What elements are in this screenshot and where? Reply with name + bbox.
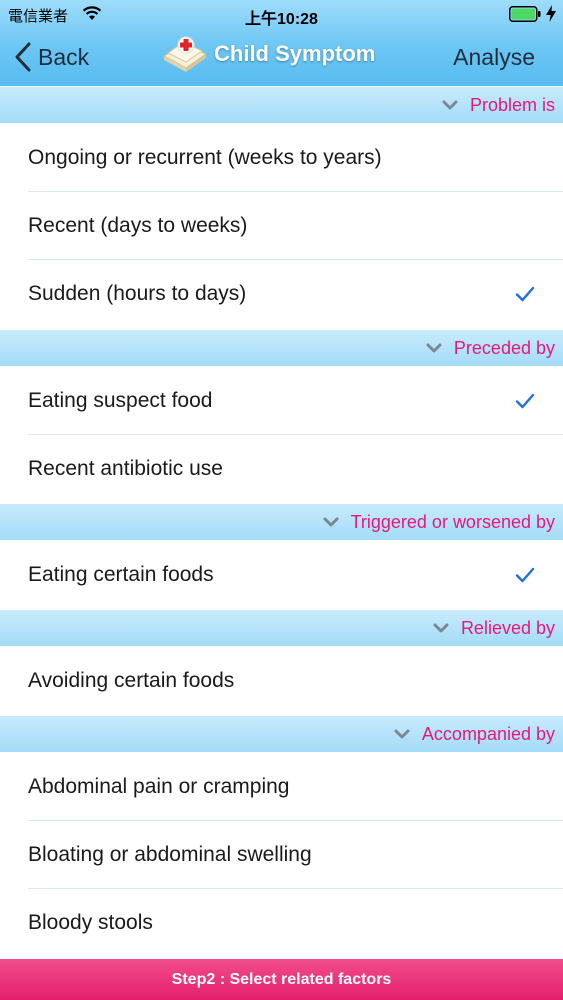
list-item[interactable]: Abdominal pain or cramping [0,753,563,821]
list-item[interactable]: Bloating or abdominal swelling [0,821,563,889]
list-item[interactable]: Sudden (hours to days) [0,260,563,328]
list-item[interactable]: Eating certain foods [0,541,563,609]
section-header-problem-is[interactable]: Problem is [0,87,563,123]
checkmark-icon [515,393,535,409]
item-label: Eating certain foods [28,563,214,586]
navigation-header: 電信業者 上午10:28 Back Child Symptom Analyse [0,0,563,86]
back-chevron-icon [15,42,31,72]
analyse-button[interactable]: Analyse [453,44,535,71]
item-label: Ongoing or recurrent (weeks to years) [28,146,382,169]
chevron-down-icon [394,729,410,738]
section-header-triggered-or-worsened-by[interactable]: Triggered or worsened by [0,504,563,540]
list-item[interactable]: Bloody stools [0,889,563,957]
chevron-down-icon [433,623,449,632]
title-text: Child Symptom [214,41,376,66]
chevron-down-icon [323,517,339,526]
item-label: Avoiding certain foods [28,669,235,692]
item-label: Bloating or abdominal swelling [28,843,312,866]
list-item[interactable]: Avoiding certain foods [0,647,563,715]
list-item[interactable]: Eating suspect food [0,367,563,435]
battery-icon [509,6,541,22]
section-label: Preceded by [453,337,555,358]
checkmark-icon [515,567,535,583]
section-label: Problem is [469,94,555,115]
back-button[interactable]: Back [14,40,89,74]
medical-book-icon [162,36,208,72]
chevron-down-icon [426,343,442,352]
chevron-down-icon [442,100,458,109]
section-header-accompanied-by[interactable]: Accompanied by [0,716,563,752]
clock-time: 上午10:28 [245,11,318,28]
item-label: Abdominal pain or cramping [28,775,290,798]
item-label: Eating suspect food [28,389,213,412]
section-header-relieved-by[interactable]: Relieved by [0,610,563,646]
list-item[interactable]: Recent antibiotic use [0,435,563,503]
item-label: Sudden (hours to days) [28,282,247,305]
page-title: Child Symptom [160,34,375,74]
step-footer-bar: Step2 : Select related factors [0,959,563,1000]
section-label: Relieved by [460,617,555,638]
item-label: Bloody stools [28,911,153,934]
item-label: Recent (days to weeks) [28,214,248,237]
checkmark-icon [515,286,535,302]
list-item[interactable]: Recent (days to weeks) [0,192,563,260]
footer-step-text: Step2 : Select related factors [171,970,392,988]
section-label: Accompanied by [421,723,555,744]
status-bar: 電信業者 上午10:28 [0,0,563,30]
back-button-label: Back [38,43,90,70]
section-label: Triggered or worsened by [350,511,555,532]
charging-bolt-icon [546,5,556,22]
item-label: Recent antibiotic use [28,457,223,480]
section-header-preceded-by[interactable]: Preceded by [0,330,563,366]
list-item[interactable]: Ongoing or recurrent (weeks to years) [0,124,563,192]
